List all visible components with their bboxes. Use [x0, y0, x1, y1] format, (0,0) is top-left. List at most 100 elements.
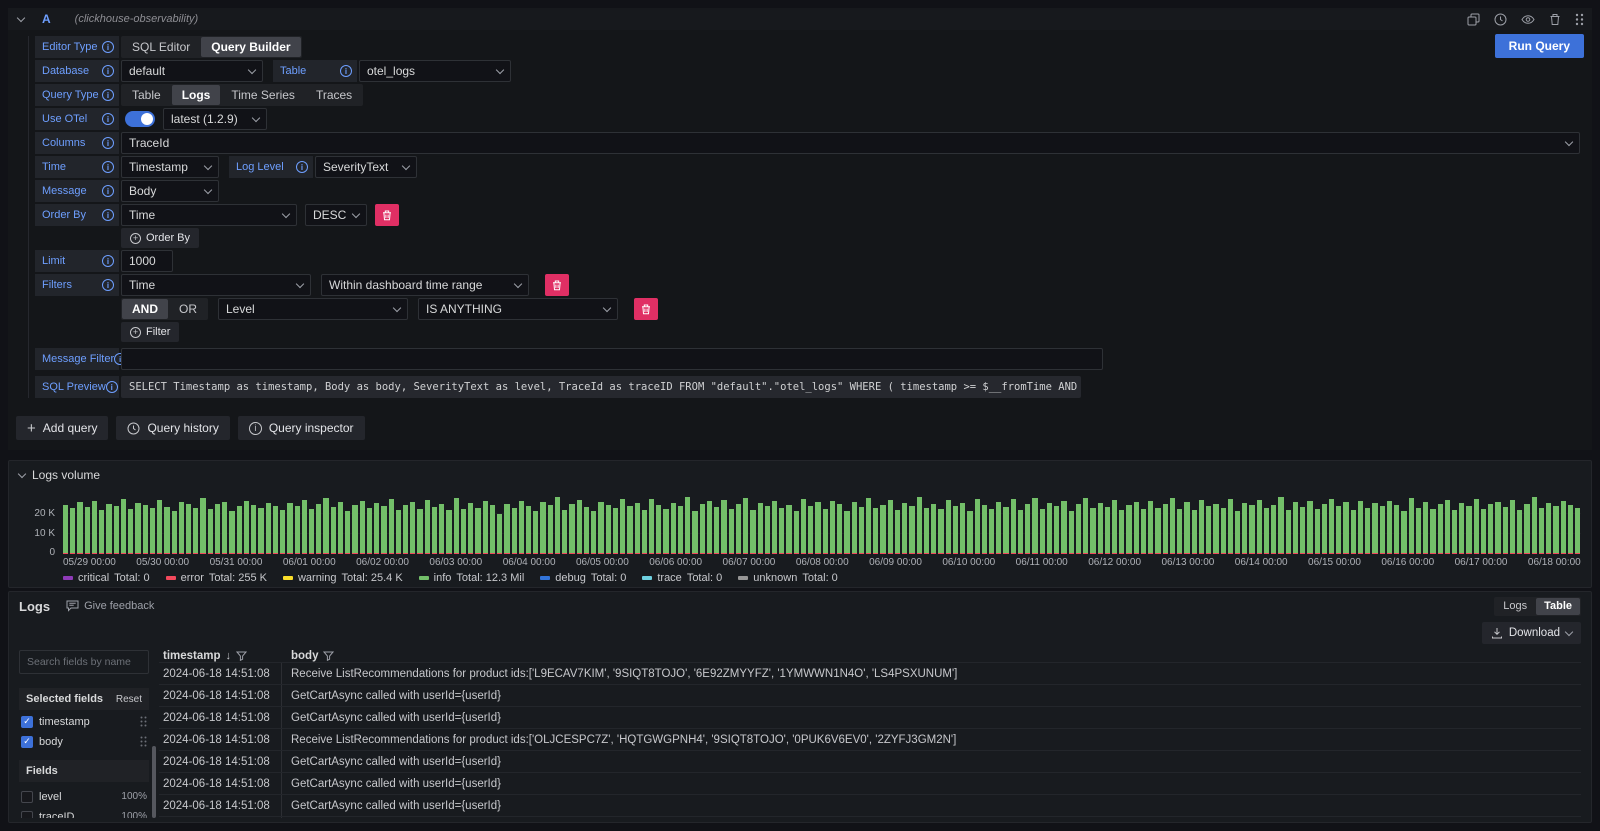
legend-item-info[interactable]: infoTotal: 12.3 Mil: [419, 572, 525, 584]
legend-item-unknown[interactable]: unknownTotal: 0: [738, 572, 838, 584]
add-query-button[interactable]: +Add query: [16, 416, 108, 440]
filter-icon[interactable]: [236, 651, 247, 661]
view-table-option[interactable]: Table: [1536, 598, 1580, 615]
table-row[interactable]: 2024-06-18 14:51:08GetCartAsync called w…: [159, 794, 1581, 816]
checkbox-empty-icon[interactable]: [21, 811, 33, 819]
drag-handle-icon[interactable]: [140, 716, 147, 727]
info-icon[interactable]: i: [106, 381, 118, 393]
remove-filter1-button[interactable]: [545, 274, 569, 296]
sort-desc-icon[interactable]: ↓: [226, 650, 232, 662]
time-column-select[interactable]: Timestamp: [121, 156, 219, 178]
table-row[interactable]: 2024-06-18 14:51:08Receive ListRecommend…: [159, 728, 1581, 750]
table-row[interactable]: 2024-06-18 14:51:08GetCartAsync called w…: [159, 750, 1581, 772]
chevron-down-icon: [248, 65, 256, 73]
filter1-operator-select[interactable]: Within dashboard time range: [321, 274, 529, 296]
reset-fields-button[interactable]: Reset: [116, 694, 142, 705]
table-row[interactable]: 2024-06-18 14:51:08Receive ListRecommend…: [159, 662, 1581, 684]
table-row[interactable]: 2024-06-18 14:51:08GetCartAsync called w…: [159, 772, 1581, 794]
checkbox-empty-icon[interactable]: [21, 791, 33, 803]
editor-type-sql-editor[interactable]: SQL Editor: [122, 37, 200, 57]
info-icon[interactable]: i: [102, 161, 114, 173]
run-query-button[interactable]: Run Query: [1495, 34, 1584, 58]
otel-version-select[interactable]: latest (1.2.9): [163, 108, 267, 130]
hide-query-eye-icon[interactable]: [1521, 13, 1535, 26]
legend-item-error[interactable]: errorTotal: 255 K: [166, 572, 267, 584]
filter-bool-switch: AND OR: [121, 298, 208, 320]
checkbox-checked-icon[interactable]: ✓: [21, 736, 33, 748]
info-icon[interactable]: i: [296, 161, 308, 173]
remove-filter2-button[interactable]: [634, 298, 658, 320]
search-fields-input[interactable]: [19, 650, 149, 674]
sidebar-scrollbar[interactable]: [152, 746, 156, 818]
filter-icon[interactable]: [323, 651, 334, 661]
query-type-table[interactable]: Table: [122, 85, 171, 105]
query-inspector-button[interactable]: iQuery inspector: [238, 416, 365, 440]
info-icon[interactable]: i: [102, 137, 114, 149]
x-axis-tick: 06/05 00:00: [576, 557, 629, 568]
query-history-icon[interactable]: [1494, 13, 1507, 26]
use-otel-toggle[interactable]: [125, 111, 155, 127]
bar: [1249, 505, 1254, 554]
add-filter-button[interactable]: +Filter: [121, 322, 179, 342]
info-icon[interactable]: i: [340, 65, 352, 77]
filter-bool-or[interactable]: OR: [169, 299, 207, 319]
bar: [888, 500, 893, 554]
filter2-field-select[interactable]: Level: [218, 298, 408, 320]
legend-item-warning[interactable]: warningTotal: 25.4 K: [283, 572, 403, 584]
sql-preview-text[interactable]: SELECT Timestamp as timestamp, Body as b…: [121, 376, 1081, 398]
info-icon[interactable]: i: [102, 113, 114, 125]
drag-handle-icon[interactable]: [1575, 13, 1584, 26]
collapse-chevron-icon[interactable]: [17, 13, 25, 21]
info-icon[interactable]: i: [102, 41, 114, 53]
logs-volume-header[interactable]: Logs volume: [19, 466, 1581, 484]
filter2-operator-select[interactable]: IS ANYTHING: [418, 298, 618, 320]
checkbox-checked-icon[interactable]: ✓: [21, 716, 33, 728]
message-filter-input[interactable]: [121, 348, 1103, 370]
log-level-select[interactable]: SeverityText: [315, 156, 417, 178]
query-type-logs[interactable]: Logs: [172, 85, 221, 105]
editor-type-query-builder[interactable]: Query Builder: [201, 37, 300, 57]
collapse-chevron-icon[interactable]: [18, 469, 26, 477]
add-order-by-button[interactable]: +Order By: [121, 228, 199, 248]
table-row[interactable]: 2024-06-18 14:51:08Receive ListRecommend…: [159, 816, 1581, 818]
limit-input[interactable]: 1000: [121, 250, 173, 272]
info-icon[interactable]: i: [102, 65, 114, 77]
legend-item-trace[interactable]: traceTotal: 0: [642, 572, 722, 584]
timestamp-column-header[interactable]: timestamp ↓: [159, 650, 281, 662]
download-button[interactable]: Download: [1482, 622, 1581, 644]
legend-item-debug[interactable]: debugTotal: 0: [540, 572, 626, 584]
body-column-header[interactable]: body: [281, 650, 1581, 662]
remove-order-by-button[interactable]: [375, 204, 399, 226]
bar: [121, 499, 126, 554]
query-type-traces[interactable]: Traces: [306, 85, 362, 105]
query-history-button[interactable]: Query history: [116, 416, 229, 440]
bar: [1387, 501, 1392, 554]
message-column-select[interactable]: Body: [121, 180, 219, 202]
columns-multiselect[interactable]: TraceId: [121, 132, 1580, 154]
duplicate-query-icon[interactable]: [1467, 13, 1480, 26]
info-icon[interactable]: i: [102, 255, 114, 267]
info-icon[interactable]: i: [102, 89, 114, 101]
available-field-level[interactable]: level100%: [19, 788, 149, 805]
query-type-time-series[interactable]: Time Series: [221, 85, 305, 105]
info-icon[interactable]: i: [102, 185, 114, 197]
delete-query-trash-icon[interactable]: [1549, 13, 1561, 26]
drag-handle-icon[interactable]: [140, 736, 147, 747]
query-row-header[interactable]: A (clickhouse-observability): [8, 8, 1592, 30]
filter-bool-and[interactable]: AND: [122, 299, 168, 319]
table-select[interactable]: otel_logs: [359, 60, 511, 82]
table-row[interactable]: 2024-06-18 14:51:08GetCartAsync called w…: [159, 706, 1581, 728]
table-row[interactable]: 2024-06-18 14:51:08GetCartAsync called w…: [159, 684, 1581, 706]
order-by-direction-select[interactable]: DESC: [305, 204, 367, 226]
available-field-traceID[interactable]: traceID100%: [19, 808, 149, 818]
selected-field-timestamp[interactable]: ✓timestamp: [19, 713, 149, 730]
give-feedback-link[interactable]: Give feedback: [66, 600, 154, 612]
info-icon[interactable]: i: [102, 279, 114, 291]
view-logs-option[interactable]: Logs: [1495, 598, 1535, 615]
order-by-field-select[interactable]: Time: [121, 204, 297, 226]
database-select[interactable]: default: [121, 60, 263, 82]
info-icon[interactable]: i: [102, 209, 114, 221]
filter1-field-select[interactable]: Time: [121, 274, 311, 296]
legend-item-critical[interactable]: criticalTotal: 0: [63, 572, 150, 584]
selected-field-body[interactable]: ✓body: [19, 733, 149, 750]
